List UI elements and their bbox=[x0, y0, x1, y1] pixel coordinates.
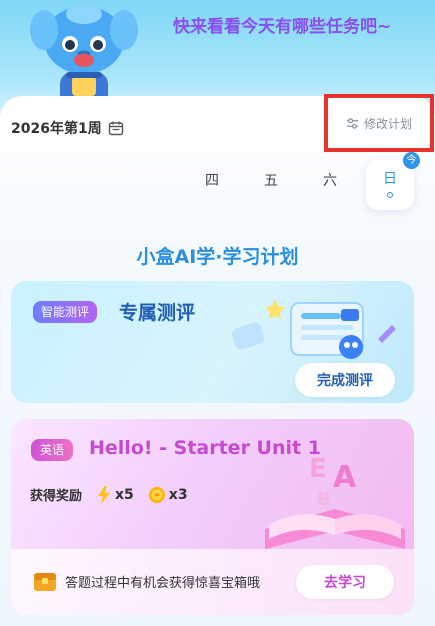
assessment-tag: 智能测评 bbox=[33, 301, 98, 323]
reward-label: 获得奖励 bbox=[30, 489, 83, 504]
treasure-tip: 答题过程中有机会获得惊喜宝箱哦 bbox=[65, 576, 261, 591]
complete-assessment-button[interactable]: 完成测评 bbox=[295, 363, 395, 397]
coin-icon bbox=[148, 486, 165, 503]
lightning-icon bbox=[98, 485, 111, 504]
subject-tag: 英语 bbox=[31, 439, 74, 461]
assessment-card[interactable]: 智能测评 专属测评 完成测评 bbox=[11, 281, 414, 403]
edit-plan-label: 修改计划 bbox=[363, 116, 412, 131]
bonus-tip-bar: 答题过程中有机会获得惊喜宝箱哦 去学习 bbox=[11, 549, 414, 615]
week-selector[interactable]: 2026年第1周 bbox=[11, 118, 124, 138]
coin-reward: x3 bbox=[148, 486, 188, 504]
hero-message: 快来看看今天有哪些任务吧~ bbox=[173, 17, 392, 37]
coin-count: x3 bbox=[168, 486, 188, 503]
go-learn-button[interactable]: 去学习 bbox=[296, 565, 394, 599]
svg-text:B: B bbox=[317, 489, 331, 510]
day-thu[interactable]: 四 bbox=[202, 170, 222, 190]
treasure-chest-icon bbox=[34, 573, 56, 591]
day-sat[interactable]: 六 bbox=[320, 170, 340, 190]
svg-text:E: E bbox=[309, 454, 327, 484]
mascot-illustration bbox=[30, 4, 138, 108]
edit-plan-button[interactable]: 修改计划 bbox=[324, 94, 434, 152]
today-badge: 今 bbox=[403, 152, 420, 169]
lightning-reward: x5 bbox=[96, 485, 134, 504]
plan-title: 小盒AI学·学习计划 bbox=[136, 246, 299, 268]
assessment-illustration bbox=[231, 299, 396, 359]
english-lesson-card[interactable]: 英语 Hello! - Starter Unit 1 获得奖励 x5 x3 E … bbox=[11, 419, 414, 615]
day-sun-label: 日 bbox=[383, 171, 397, 187]
day-selector: 四 五 六 日 bbox=[0, 160, 435, 210]
calendar-icon[interactable] bbox=[108, 120, 124, 136]
lightning-count: x5 bbox=[115, 486, 134, 503]
settings-sliders-icon bbox=[346, 117, 359, 129]
day-fri[interactable]: 五 bbox=[261, 170, 281, 190]
reward-row: 获得奖励 x5 x3 bbox=[30, 485, 188, 504]
assessment-title: 专属测评 bbox=[119, 302, 196, 324]
svg-text:A: A bbox=[333, 460, 357, 495]
progress-dot bbox=[387, 192, 393, 198]
week-label: 2026年第1周 bbox=[11, 121, 102, 137]
